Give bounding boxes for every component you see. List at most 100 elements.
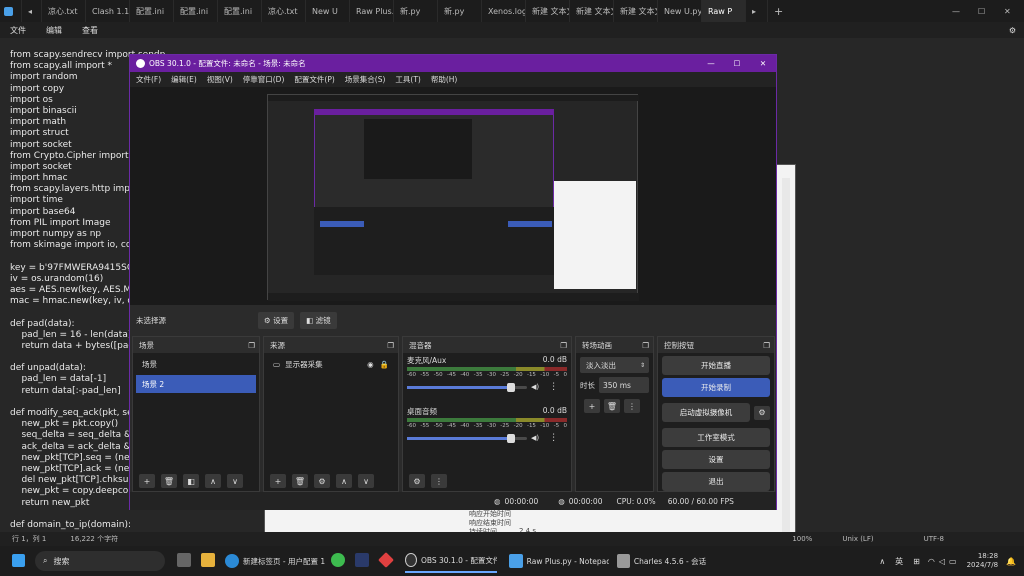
tab-3[interactable]: 配置.ini (174, 0, 218, 22)
obs-menu-3[interactable]: 停靠窗口(D) (243, 74, 285, 85)
lock-icon[interactable]: 🔒 (380, 360, 389, 369)
scene-filters-icon[interactable]: ◧ (183, 474, 199, 488)
start-virtual-camera-button[interactable]: 启动虚拟摄像机 (662, 403, 750, 422)
menu-edit[interactable]: 编辑 (46, 25, 62, 36)
remove-source-icon[interactable]: 🗑 (292, 474, 308, 488)
remove-scene-icon[interactable]: 🗑 (161, 474, 177, 488)
volume-slider[interactable] (407, 433, 527, 443)
undock-icon[interactable]: ❐ (763, 341, 770, 350)
maximize-icon[interactable]: ☐ (972, 0, 998, 22)
add-scene-icon[interactable]: + (139, 474, 155, 488)
ime-lang[interactable]: 英 (895, 556, 903, 567)
obs-menu-4[interactable]: 配置文件(P) (294, 74, 334, 85)
source-item[interactable]: ▭ 显示器采集 ◉ 🔒 (267, 355, 395, 373)
obs-close-icon[interactable]: ✕ (750, 59, 776, 68)
tab-scroll-left-icon[interactable]: ◂ (22, 0, 42, 22)
tab-4[interactable]: 配置.ini (218, 0, 262, 22)
properties-button[interactable]: ⚙ 设置 (258, 311, 295, 329)
studio-mode-button[interactable]: 工作室模式 (662, 428, 770, 447)
tab-6[interactable]: New U (306, 0, 350, 22)
move-up-icon[interactable]: ∧ (205, 474, 221, 488)
close-icon[interactable]: ✕ (998, 0, 1024, 22)
tab-1[interactable]: Clash 1.17.0( (86, 0, 130, 22)
new-tab-icon[interactable]: + (768, 0, 790, 22)
tab-0[interactable]: 凉心.txt (42, 0, 86, 22)
tab-7[interactable]: Raw Plus.py (350, 0, 394, 22)
volume-knob[interactable] (507, 382, 515, 392)
move-down-icon[interactable]: ∨ (358, 474, 374, 488)
tray-expand-icon[interactable]: ∧ (879, 557, 885, 566)
volume-slider[interactable] (407, 382, 527, 392)
notification-bell-icon[interactable]: 🔔 (1006, 557, 1016, 566)
channel-menu-icon[interactable]: ⋮ (549, 382, 558, 392)
mixer-menu-icon[interactable]: ⋮ (431, 474, 447, 488)
channel-menu-icon[interactable]: ⋮ (549, 433, 558, 443)
virtual-camera-settings-icon[interactable]: ⚙ (754, 405, 770, 420)
tab-14[interactable]: New U.py (658, 0, 702, 22)
undock-icon[interactable]: ❐ (387, 341, 394, 350)
tab-9[interactable]: 新.py (438, 0, 482, 22)
battery-icon[interactable]: ▭ (949, 557, 957, 566)
settings-button[interactable]: 设置 (662, 450, 770, 469)
exit-button[interactable]: 退出 (662, 472, 770, 491)
menu-view[interactable]: 查看 (82, 25, 98, 36)
taskbar-app-obs[interactable]: OBS 30.1.0 - 配置文件: 未 (405, 549, 497, 573)
settings-gear-icon[interactable]: ⚙ (1009, 26, 1016, 35)
obs-menu-0[interactable]: 文件(F) (136, 74, 161, 85)
scene-item[interactable]: 场景 (136, 355, 256, 373)
obs-minimize-icon[interactable]: — (698, 59, 724, 68)
tab-12[interactable]: 新建 文本文档 (570, 0, 614, 22)
tab-10[interactable]: Xenos.log (482, 0, 526, 22)
start-recording-button[interactable]: 开始录制 (662, 378, 770, 397)
obs-menu-7[interactable]: 帮助(H) (431, 74, 458, 85)
app-icon-red[interactable] (378, 551, 394, 571)
remove-transition-icon[interactable]: 🗑 (604, 399, 620, 413)
wifi-icon[interactable]: ◠ (928, 557, 935, 566)
add-transition-icon[interactable]: + (584, 399, 600, 413)
speaker-icon[interactable]: ◀) (531, 434, 539, 442)
obs-menu-5[interactable]: 场景集合(S) (345, 74, 386, 85)
obs-maximize-icon[interactable]: ☐ (724, 59, 750, 68)
taskbar-app-charles[interactable]: Charles 4.5.6 - 会话 1 (617, 554, 707, 568)
start-streaming-button[interactable]: 开始直播 (662, 356, 770, 375)
tab-8[interactable]: 新.py (394, 0, 438, 22)
visibility-eye-icon[interactable]: ◉ (367, 360, 374, 369)
transition-select[interactable]: 淡入淡出 ⇕ (580, 357, 649, 373)
tab-5[interactable]: 凉心.txt (262, 0, 306, 22)
add-source-icon[interactable]: + (270, 474, 286, 488)
tab-13[interactable]: 新建 文本文档 (614, 0, 658, 22)
obs-menu-6[interactable]: 工具(T) (395, 74, 420, 85)
taskbar-app-notepad[interactable]: Raw Plus.py - Notepad (509, 554, 609, 568)
move-up-icon[interactable]: ∧ (336, 474, 352, 488)
tab-2[interactable]: 配置.ini (130, 0, 174, 22)
tab-overflow-icon[interactable]: ▸ (746, 0, 768, 22)
tab-15[interactable]: Raw P (702, 0, 746, 22)
speaker-icon[interactable]: ◀) (531, 383, 539, 391)
start-windows-icon[interactable] (12, 552, 25, 571)
obs-preview[interactable] (130, 87, 776, 305)
mixer-advanced-icon[interactable]: ⚙ (409, 474, 425, 488)
source-properties-icon[interactable]: ⚙ (314, 474, 330, 488)
undock-icon[interactable]: ❐ (642, 341, 649, 350)
ime-mode-icon[interactable]: ⊞ (913, 557, 920, 566)
undock-icon[interactable]: ❐ (248, 341, 255, 350)
speaker-icon[interactable]: ◁ (939, 557, 945, 566)
tab-11[interactable]: 新建 文本文档 (526, 0, 570, 22)
search-box[interactable]: ⌕ 搜索 (35, 551, 165, 571)
clock[interactable]: 18:28 2024/7/8 (967, 552, 998, 570)
filters-button[interactable]: ◧ 滤镜 (300, 311, 337, 329)
obs-menu-1[interactable]: 编辑(E) (171, 74, 197, 85)
volume-knob[interactable] (507, 433, 515, 443)
move-down-icon[interactable]: ∨ (227, 474, 243, 488)
background-scrollbar[interactable] (782, 178, 790, 538)
file-explorer-icon[interactable] (201, 552, 215, 571)
scene-item[interactable]: 场景 2 (136, 375, 256, 393)
menu-file[interactable]: 文件 (10, 25, 26, 36)
wechat-icon[interactable] (331, 552, 345, 571)
transition-menu-icon[interactable]: ⋮ (624, 399, 640, 413)
obs-menu-2[interactable]: 视图(V) (207, 74, 233, 85)
undock-icon[interactable]: ❐ (560, 341, 567, 350)
duration-input[interactable]: 350 ms (599, 377, 649, 393)
app-icon-dark[interactable] (355, 552, 369, 571)
taskview-icon[interactable] (177, 552, 191, 571)
